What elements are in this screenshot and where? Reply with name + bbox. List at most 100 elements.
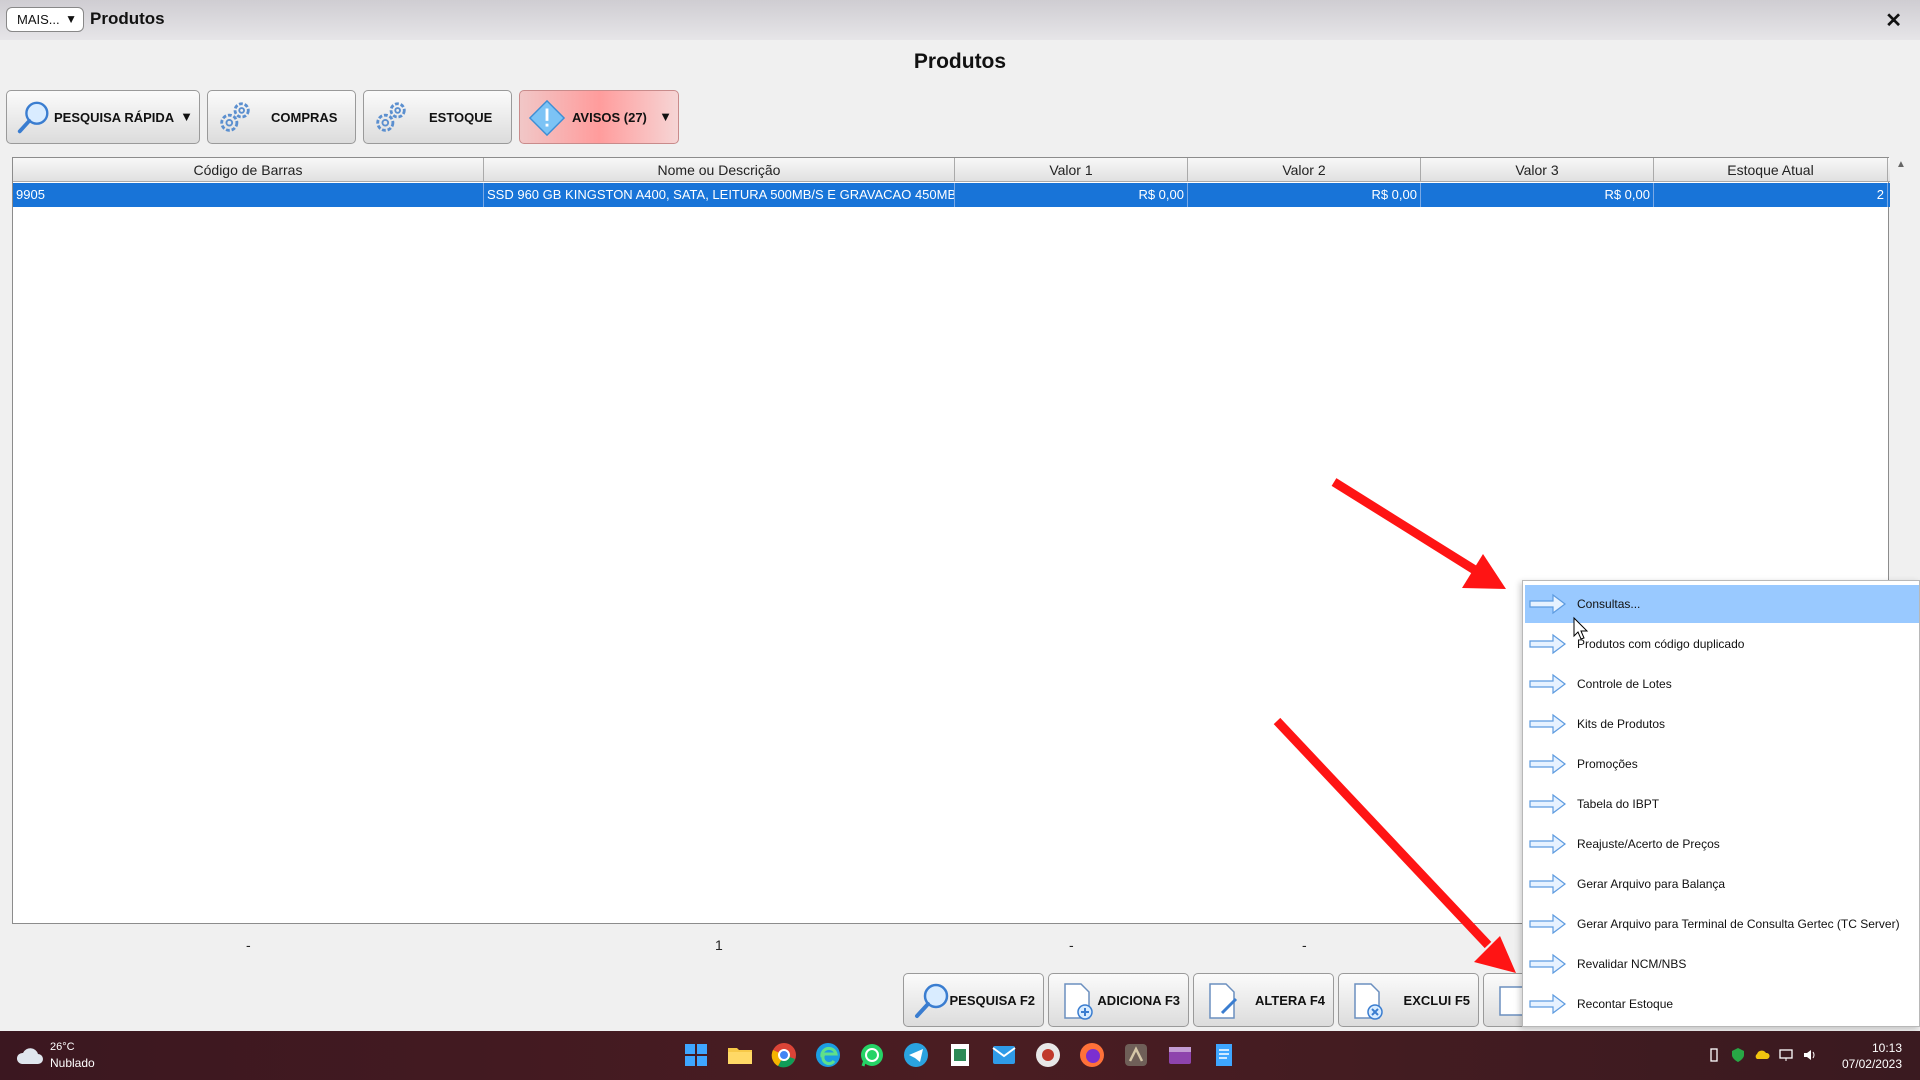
windows-start-icon[interactable] [682, 1041, 710, 1069]
context-menu: Consultas... Produtos com código duplica… [1522, 580, 1920, 1027]
whatsapp-icon[interactable] [858, 1041, 886, 1069]
quick-search-button[interactable]: PESQUISA RÁPIDA ▼ [6, 90, 200, 144]
edge-icon[interactable] [814, 1041, 842, 1069]
footer-total: - [246, 937, 251, 953]
cloud-sync-icon[interactable] [1754, 1047, 1770, 1063]
usb-icon[interactable] [1706, 1047, 1722, 1063]
menu-item-label: Gerar Arquivo para Terminal de Consulta … [1577, 917, 1900, 931]
menu-item-label: Revalidar NCM/NBS [1577, 957, 1687, 971]
file-explorer-icon[interactable] [726, 1041, 754, 1069]
exclui-f5-button[interactable]: EXCLUI F5 [1338, 973, 1479, 1027]
security-shield-icon[interactable] [1730, 1047, 1746, 1063]
menu-item-scale-file[interactable]: Gerar Arquivo para Balança [1525, 865, 1919, 903]
telegram-icon[interactable] [902, 1041, 930, 1069]
mais-menu-label: MAIS... [17, 12, 60, 27]
menu-item-label: Kits de Produtos [1577, 717, 1666, 731]
footer-total: - [1069, 937, 1074, 953]
menu-item-label: Promoções [1577, 757, 1638, 771]
column-header[interactable]: Valor 1 [955, 158, 1188, 182]
app-icon[interactable] [1034, 1041, 1062, 1069]
cell-description: SSD 960 GB KINGSTON A400, SATA, LEITURA … [484, 183, 955, 207]
menu-item-revalidate-ncm[interactable]: Revalidar NCM/NBS [1525, 945, 1919, 983]
title-bar: MAIS... ▼ Produtos ✕ [0, 0, 1920, 40]
spreadsheet-icon[interactable] [946, 1041, 974, 1069]
weather-widget[interactable]: 26°C Nublado [16, 1041, 116, 1071]
arrow-right-icon [1529, 873, 1566, 895]
adiciona-f3-label: ADICIONA F3 [1097, 993, 1180, 1008]
firefox-icon[interactable] [1078, 1041, 1106, 1069]
arrow-right-icon [1529, 633, 1566, 655]
scroll-up-icon[interactable]: ▲ [1896, 159, 1906, 170]
menu-item-consultas[interactable]: Consultas... [1525, 585, 1919, 623]
mail-icon[interactable] [990, 1041, 1018, 1069]
document-delete-icon [1354, 983, 1383, 1020]
vertical-scrollbar[interactable]: ▲ [1893, 157, 1907, 587]
chevron-down-icon[interactable]: ▼ [180, 109, 193, 124]
menu-item-label: Consultas... [1577, 597, 1641, 611]
menu-item-promotions[interactable]: Promoções [1525, 745, 1919, 783]
menu-item-product-kits[interactable]: Kits de Produtos [1525, 705, 1919, 743]
erp-app-icon[interactable] [1122, 1041, 1150, 1069]
column-header[interactable]: Nome ou Descrição [484, 158, 955, 182]
adiciona-f3-button[interactable]: ADICIONA F3 [1048, 973, 1189, 1027]
arrow-right-icon [1529, 793, 1566, 815]
avisos-button[interactable]: AVISOS (27) ▼ [519, 90, 679, 144]
estoque-label: ESTOQUE [429, 110, 493, 125]
mais-menu-button[interactable]: MAIS... ▼ [6, 7, 84, 32]
cell-value-3: R$ 0,00 [1421, 183, 1654, 207]
column-header[interactable]: Estoque Atual [1654, 158, 1888, 182]
menu-item-gertec-file[interactable]: Gerar Arquivo para Terminal de Consulta … [1525, 905, 1919, 943]
video-editor-icon[interactable] [1166, 1041, 1194, 1069]
gears-icon [376, 102, 406, 132]
menu-item-label: Produtos com código duplicado [1577, 637, 1745, 651]
notepad-icon[interactable] [1210, 1041, 1238, 1069]
menu-item-ibpt-table[interactable]: Tabela do IBPT [1525, 785, 1919, 823]
volume-icon[interactable] [1802, 1047, 1818, 1063]
weather-condition: Nublado [50, 1056, 95, 1070]
estoque-button[interactable]: ESTOQUE [363, 90, 512, 144]
menu-item-lot-control[interactable]: Controle de Lotes [1525, 665, 1919, 703]
footer-total: 1 [715, 937, 723, 953]
menu-item-label: Reajuste/Acerto de Preços [1577, 837, 1720, 851]
weather-temp: 26°C [50, 1041, 75, 1053]
menu-item-label: Recontar Estoque [1577, 997, 1674, 1011]
menu-item-duplicate-codes[interactable]: Produtos com código duplicado [1525, 625, 1919, 663]
window-title: Produtos [90, 9, 165, 28]
menu-item-label: Tabela do IBPT [1577, 797, 1660, 811]
quick-search-label: PESQUISA RÁPIDA [54, 110, 175, 125]
column-header[interactable]: Valor 3 [1421, 158, 1654, 182]
menu-item-price-adjust[interactable]: Reajuste/Acerto de Preços [1525, 825, 1919, 863]
cell-value-1: R$ 0,00 [955, 183, 1188, 207]
clock-date: 07/02/2023 [1841, 1057, 1902, 1071]
column-header[interactable]: Valor 2 [1188, 158, 1421, 182]
pesquisa-f2-label: PESQUISA F2 [949, 993, 1035, 1008]
altera-f4-label: ALTERA F4 [1254, 993, 1325, 1008]
system-clock[interactable]: 10:13 07/02/2023 [1842, 1040, 1902, 1072]
warning-diamond-icon [528, 99, 566, 137]
exclui-f5-label: EXCLUI F5 [1403, 993, 1470, 1008]
close-icon[interactable]: ✕ [1885, 8, 1902, 33]
cell-stock: 2 [1654, 183, 1888, 207]
network-icon[interactable] [1778, 1047, 1794, 1063]
avisos-label: AVISOS (27) [572, 110, 647, 125]
menu-item-recount-stock[interactable]: Recontar Estoque [1525, 985, 1919, 1023]
chevron-down-icon[interactable]: ▼ [659, 109, 672, 124]
document-edit-icon [1209, 983, 1238, 1019]
footer-total: - [1302, 937, 1307, 953]
magnifier-icon [17, 101, 49, 134]
chrome-icon[interactable] [770, 1041, 798, 1069]
column-header[interactable]: Código de Barras [13, 158, 484, 182]
clock-time: 10:13 [1871, 1041, 1902, 1055]
pesquisa-f2-button[interactable]: PESQUISA F2 [903, 973, 1044, 1027]
compras-label: COMPRAS [271, 110, 338, 125]
menu-item-label: Controle de Lotes [1577, 677, 1672, 691]
menu-item-label: Gerar Arquivo para Balança [1577, 877, 1726, 891]
compras-button[interactable]: COMPRAS [207, 90, 356, 144]
table-row[interactable]: 9905 SSD 960 GB KINGSTON A400, SATA, LEI… [13, 183, 1890, 207]
arrow-right-icon [1529, 753, 1566, 775]
grid-header: Código de Barras Nome ou Descrição Valor… [13, 158, 1890, 182]
arrow-right-icon [1529, 833, 1566, 855]
altera-f4-button[interactable]: ALTERA F4 [1193, 973, 1334, 1027]
arrow-right-icon [1529, 673, 1566, 695]
arrow-right-icon [1529, 953, 1566, 975]
